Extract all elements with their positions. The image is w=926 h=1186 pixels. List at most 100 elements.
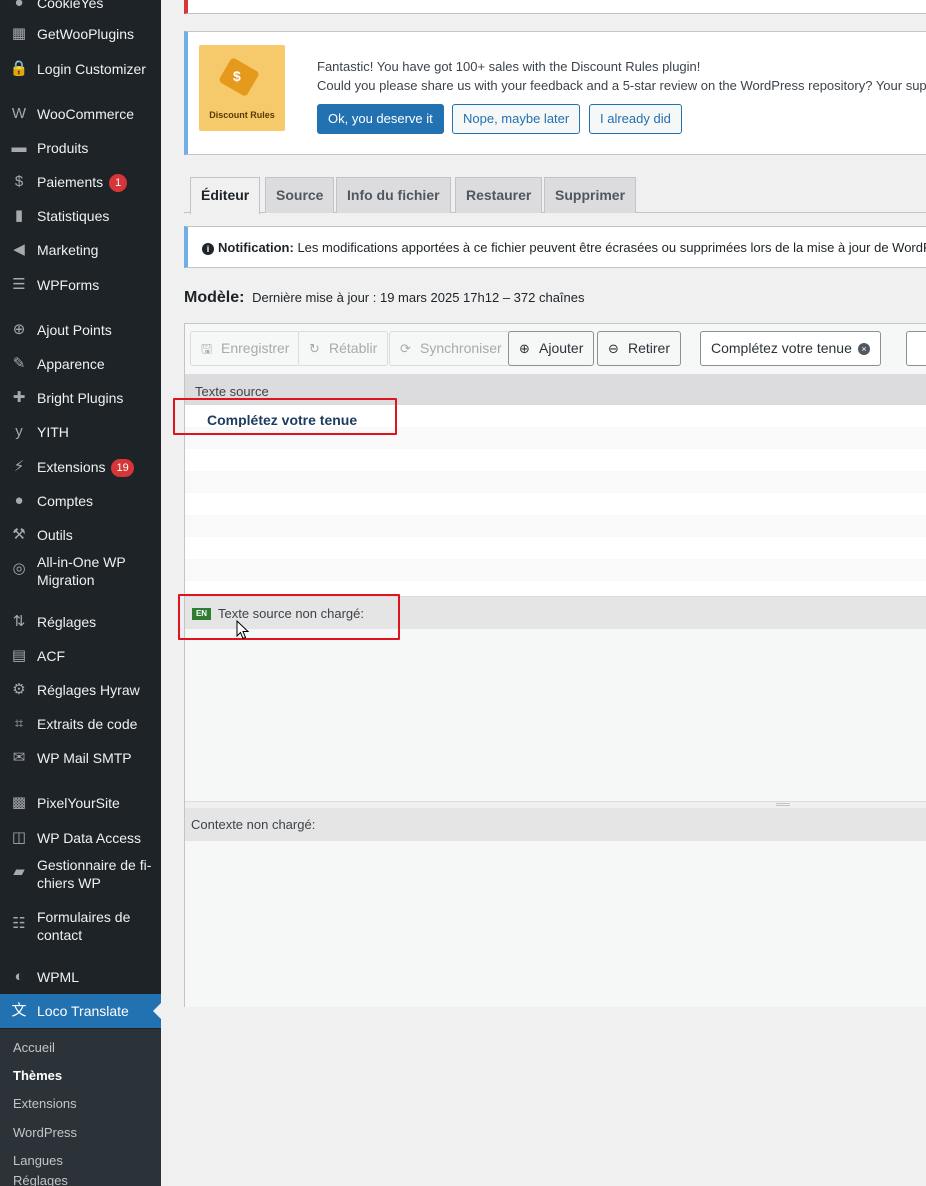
sidebar-item-login-customizer[interactable]: 🔒 Login Customizer	[0, 52, 161, 86]
lock-icon: 🔒	[9, 60, 29, 77]
tab-editeur[interactable]: Éditeur	[190, 177, 261, 214]
save-icon: 🖫	[201, 341, 213, 356]
sidebar-item-label: YITH	[37, 424, 69, 440]
model-heading: Modèle: Dernière mise à jour : 19 mars 2…	[184, 289, 585, 307]
paintbrush-icon: ✎	[12, 355, 26, 372]
toolbar-extra-button[interactable]	[906, 331, 926, 366]
sidebar-item-label: WP Data Access	[37, 830, 142, 846]
sidebar-item-marketing[interactable]: ◀ Marketing	[0, 233, 161, 267]
user-icon: ●	[14, 492, 24, 509]
model-info: Dernière mise à jour : 19 mars 2025 17h1…	[252, 290, 585, 305]
sidebar-item-produits[interactable]: ▬ Produits	[0, 131, 161, 165]
notification-badge: 1	[109, 174, 128, 193]
sidebar-item-extensions[interactable]: ⚡ Extensions 19	[0, 450, 161, 484]
tab-source[interactable]: Source	[265, 177, 335, 213]
sidebar-item-label: Gestionnaire de fi-chiers WP	[37, 857, 152, 891]
settings-sliders-icon: ⇅	[12, 613, 26, 630]
sidebar-item-ajout-points[interactable]: ⊕ Ajout Points	[0, 313, 161, 347]
sidebar-item-cookieyes[interactable]: ● CookieYes	[0, 0, 161, 12]
sidebar-item-label: PixelYourSite	[37, 795, 120, 811]
maybe-later-button[interactable]: Nope, maybe later	[452, 104, 581, 134]
sidebar-item-label: ACF	[37, 648, 65, 664]
sidebar-item-extraits-de-code[interactable]: ⌗ Extraits de code	[0, 707, 161, 741]
highlight-box	[173, 398, 397, 435]
submenu-item-accueil[interactable]: Accueil	[13, 1040, 55, 1055]
current-menu-arrow	[153, 1003, 161, 1019]
sidebar-item-label: WPML	[37, 969, 79, 985]
filter-input[interactable]: Complétez votre tenue	[700, 331, 881, 366]
tab-info-fichier[interactable]: Info du fichier	[336, 177, 451, 213]
submenu-item-extensions[interactable]: Extensions	[13, 1096, 77, 1111]
sidebar-item-all-in-one-wp-migration[interactable]: ◎ All-in-One WP Migration	[0, 552, 161, 590]
sidebar-item-gestionnaire-de-fi-chiers-wp[interactable]: ▰ Gestionnaire de fi-chiers WP	[0, 855, 161, 893]
sidebar-item-label: Bright Plugins	[37, 390, 124, 406]
revert-button[interactable]: ↻ Rétablir	[298, 331, 389, 366]
sidebar-item-outils[interactable]: ⚒ Outils	[0, 518, 161, 552]
sidebar-item-comptes[interactable]: ● Comptes	[0, 484, 161, 518]
list-item	[185, 493, 926, 515]
tab-supprimer[interactable]: Supprimer	[544, 177, 637, 213]
save-button[interactable]: 🖫 Enregistrer	[190, 331, 301, 366]
sidebar-item-wp-mail-smtp[interactable]: ✉ WP Mail SMTP	[0, 741, 161, 775]
deserve-it-button[interactable]: Ok, you deserve it	[317, 104, 444, 134]
sidebar-item-wpml[interactable]: ◐ WPML	[0, 960, 161, 994]
sidebar-item-apparence[interactable]: ✎ Apparence	[0, 347, 161, 381]
sidebar-item-label: Statistiques	[37, 208, 110, 224]
cookie-icon: ●	[14, 0, 24, 11]
wrench-icon: ⚒	[12, 526, 26, 543]
sidebar-item-yith[interactable]: y YITH	[0, 415, 161, 449]
getwoo-icon: ▦	[11, 25, 27, 42]
sidebar-item-r-glages-hyraw[interactable]: ⚙ Réglages Hyraw	[0, 673, 161, 707]
already-did-button[interactable]: I already did	[589, 104, 682, 134]
sidebar-item-label: Outils	[37, 527, 73, 543]
sidebar-item-acf[interactable]: ▤ ACF	[0, 639, 161, 673]
sidebar-item-pixelyoursite[interactable]: ▩ PixelYourSite	[0, 786, 161, 820]
sidebar-item-label: Extensions 19	[37, 458, 157, 478]
folder-icon: ▰	[13, 863, 25, 880]
tab-restaurer[interactable]: Restaurer	[455, 177, 543, 213]
sidebar-item-woocommerce[interactable]: W WooCommerce	[0, 97, 161, 131]
info-notice: i Notification: Les modifications apport…	[184, 226, 926, 268]
sidebar-item-paiements[interactable]: $ Paiements 1	[0, 165, 161, 199]
submenu-item-r-glages[interactable]: Réglages	[13, 1173, 68, 1186]
submenu-item-wordpress[interactable]: WordPress	[13, 1125, 77, 1140]
list-item	[185, 559, 926, 581]
model-label: Modèle:	[184, 289, 245, 306]
sidebar-item-statistiques[interactable]: ▮ Statistiques	[0, 199, 161, 233]
sync-icon: ⟳	[400, 341, 411, 356]
source-text-panel[interactable]	[185, 629, 926, 801]
submenu-item-th-mes[interactable]: Thèmes	[13, 1068, 62, 1083]
panel-splitter[interactable]	[185, 801, 926, 808]
migration-icon: ◎	[12, 560, 26, 577]
list-item	[185, 515, 926, 537]
context-panel[interactable]	[185, 841, 926, 1007]
add-button[interactable]: ⊕ Ajouter	[508, 331, 595, 366]
sidebar-item-label: Loco Translate	[37, 1003, 129, 1019]
editor-toolbar: 🖫 Enregistrer ↻ Rétablir ⟳ Synchroniser ⊕ Aj…	[185, 324, 926, 375]
sidebar-item-loco-translate[interactable]: 文 Loco Translate	[0, 994, 161, 1028]
bar-chart-icon: ▮	[14, 207, 24, 224]
sidebar-item-label: Extraits de code	[37, 716, 138, 732]
sync-button[interactable]: ⟳ Synchroniser	[389, 331, 513, 366]
submenu-item-langues[interactable]: Langues	[13, 1153, 63, 1168]
mouse-cursor-icon	[236, 620, 250, 640]
form-icon: ☰	[12, 276, 26, 293]
discount-rules-logo: $ Discount Rules	[199, 45, 285, 131]
clear-filter-icon[interactable]: ×	[858, 343, 870, 355]
remove-button[interactable]: ⊖ Retirer	[597, 331, 682, 366]
sidebar-item-bright-plugins[interactable]: ✚ Bright Plugins	[0, 381, 161, 415]
context-label: Contexte non chargé:	[191, 817, 316, 832]
sidebar-item-wp-data-access[interactable]: ◫ WP Data Access	[0, 821, 161, 855]
sidebar-item-getwooplugins[interactable]: ▦ GetWooPlugins	[0, 17, 161, 51]
sidebar-item-r-glages[interactable]: ⇅ Réglages	[0, 605, 161, 639]
context-header: Contexte non chargé:	[185, 808, 926, 841]
sidebar-item-label: Réglages Hyraw	[37, 682, 140, 698]
info-icon: i	[202, 243, 214, 255]
sidebar-item-label: WooCommerce	[37, 106, 134, 122]
sidebar-item-label: Formulaires de contact	[37, 909, 131, 943]
contact-form-icon: ☷	[12, 915, 26, 932]
sidebar-item-formulaires-de-contact[interactable]: ☷ Formulaires de contact	[0, 907, 161, 945]
sidebar-item-wpforms[interactable]: ☰ WPForms	[0, 268, 161, 302]
list-item	[185, 449, 926, 471]
translate-icon: 文	[11, 1002, 27, 1019]
